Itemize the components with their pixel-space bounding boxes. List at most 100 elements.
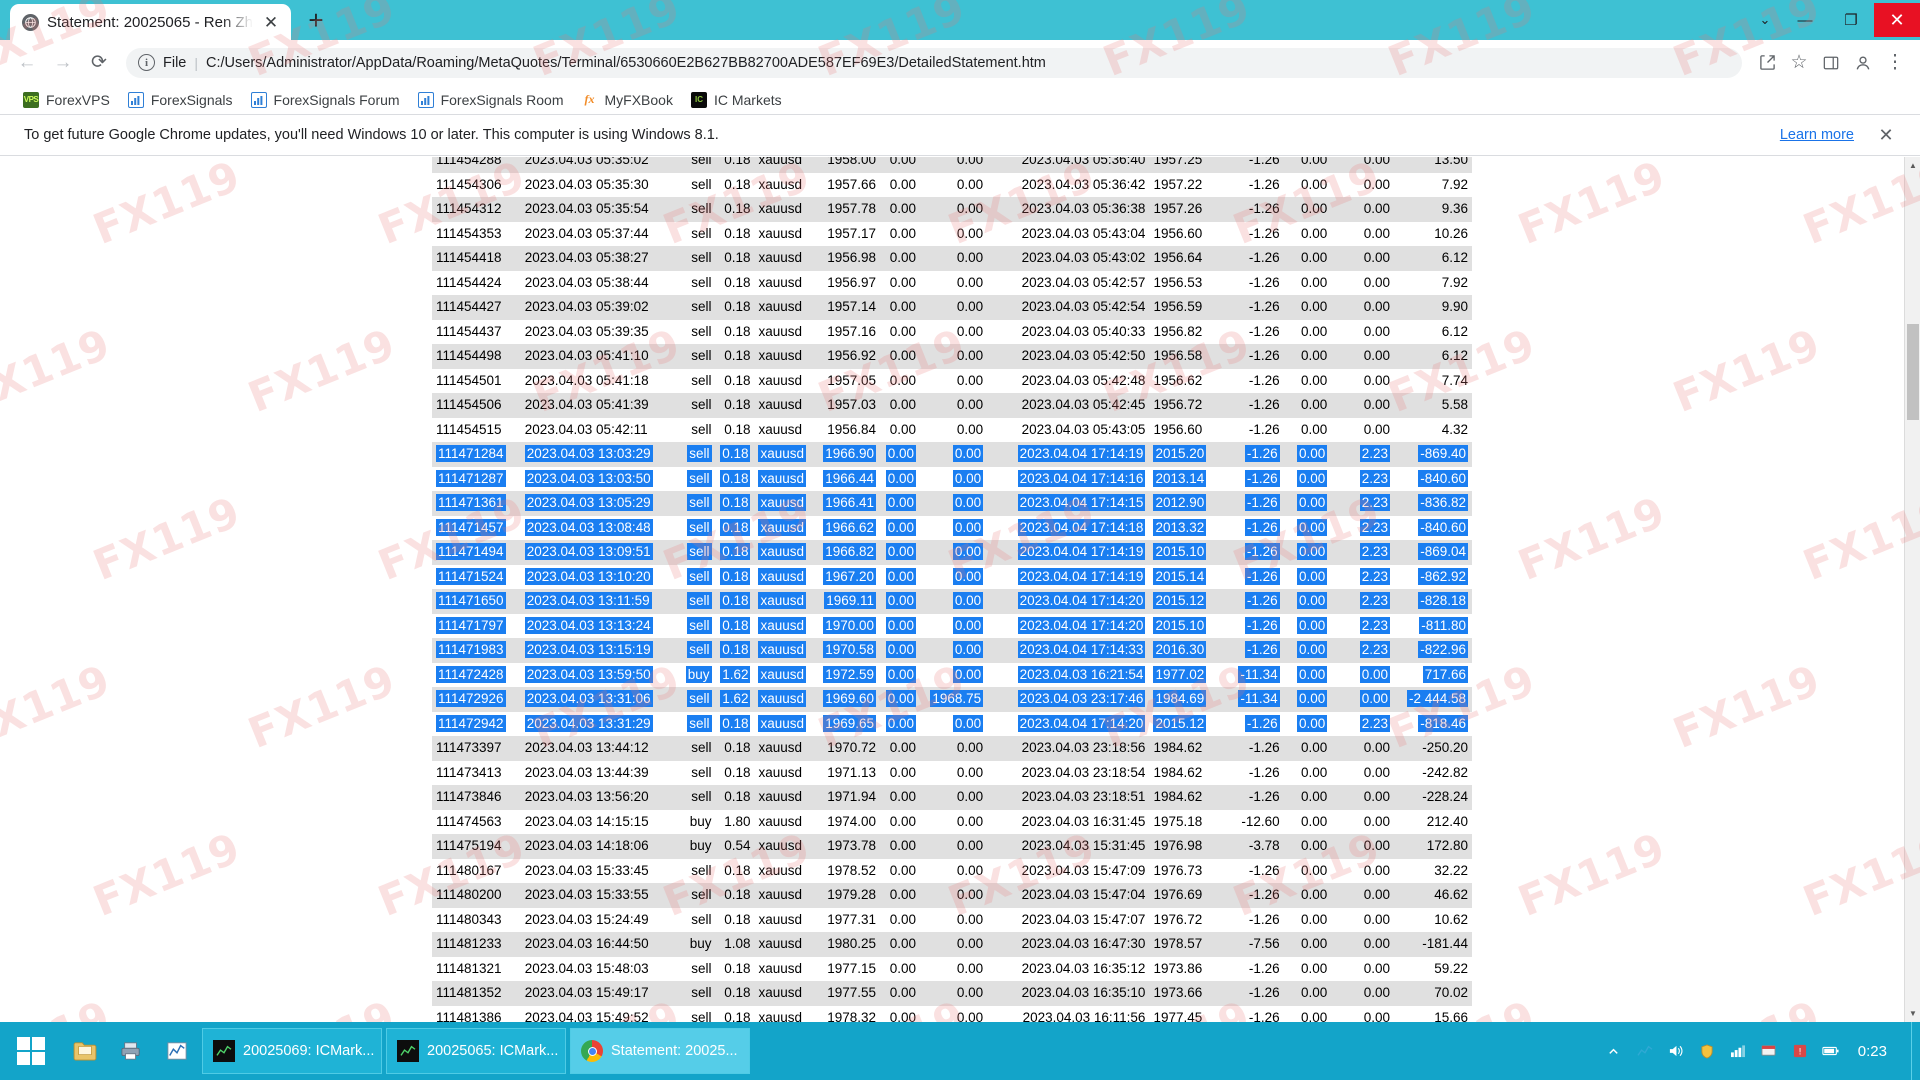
- cell-sl: 0.00: [880, 295, 921, 320]
- table-row[interactable]: 111474563 2023.04.03 14:15:15 buy 1.80 xauus…: [432, 809, 1472, 834]
- start-button[interactable]: [0, 1022, 62, 1080]
- table-row[interactable]: 111471284 2023.04.03 13:03:29 sell 0.18 xauu…: [432, 442, 1472, 467]
- table-row[interactable]: 111471650 2023.04.03 13:11:59 sell 0.18 xauu…: [432, 589, 1472, 614]
- quick-launch-printer[interactable]: [108, 1022, 154, 1080]
- table-row[interactable]: 111454424 2023.04.03 05:38:44 sell 0.18 xauu…: [432, 270, 1472, 295]
- bookmark-forexvps[interactable]: VPS ForexVPS: [14, 89, 119, 111]
- profile-avatar-icon[interactable]: [1848, 48, 1878, 78]
- table-row[interactable]: 111471457 2023.04.03 13:08:48 sell 0.18 xauu…: [432, 515, 1472, 540]
- maximize-button[interactable]: ❐: [1828, 3, 1874, 37]
- taskbar-item-mt4-2[interactable]: 20025065: ICMark...: [386, 1028, 566, 1074]
- tray-network-icon[interactable]: [1728, 1041, 1748, 1061]
- table-row[interactable]: 111473846 2023.04.03 13:56:20 sell 0.18 xauu…: [432, 785, 1472, 810]
- table-row[interactable]: 111472942 2023.04.03 13:31:29 sell 0.18 xauu…: [432, 711, 1472, 736]
- table-row[interactable]: 111481386 2023.04.03 15:49:52 sell 0.18 xauu…: [432, 1005, 1472, 1022]
- table-row[interactable]: 111471287 2023.04.03 13:03:50 sell 0.18 xauu…: [432, 466, 1472, 491]
- chevron-down-icon[interactable]: ⌄: [1748, 3, 1782, 37]
- bookmark-myfxbook[interactable]: fx MyFXBook: [573, 89, 682, 111]
- bookmark-forexsignals-room[interactable]: ForexSignals Room: [409, 89, 573, 111]
- table-row[interactable]: 111454506 2023.04.03 05:41:39 sell 0.18 xauu…: [432, 393, 1472, 418]
- address-bar[interactable]: i File | C:/Users/Administrator/AppData/…: [126, 47, 1742, 78]
- cell-ticket: 111481386: [432, 1005, 521, 1022]
- tray-speaker-icon[interactable]: [1666, 1041, 1686, 1061]
- table-row[interactable]: 111481352 2023.04.03 15:49:17 sell 0.18 xauu…: [432, 981, 1472, 1006]
- table-row[interactable]: 111454427 2023.04.03 05:39:02 sell 0.18 xauu…: [432, 295, 1472, 320]
- cell-close-price: 2015.20: [1149, 442, 1207, 467]
- table-row[interactable]: 111480200 2023.04.03 15:33:55 sell 0.18 xauu…: [432, 883, 1472, 908]
- new-tab-button[interactable]: +: [299, 3, 333, 37]
- back-icon[interactable]: ←: [10, 46, 44, 80]
- table-row[interactable]: 111454288 2023.04.03 05:35:02 sell 0.18 xauu…: [432, 157, 1472, 173]
- table-row[interactable]: 111472428 2023.04.03 13:59:50 buy 1.62 xauus…: [432, 662, 1472, 687]
- cell-commission: -1.26: [1205, 564, 1284, 589]
- bookmark-star-icon[interactable]: ☆: [1784, 48, 1814, 78]
- table-row[interactable]: 111471524 2023.04.03 13:10:20 sell 0.18 xauu…: [432, 564, 1472, 589]
- cell-sl: 0.00: [880, 858, 921, 883]
- scroll-up-arrow-icon[interactable]: ▲: [1905, 157, 1920, 174]
- menu-icon[interactable]: ⋮: [1880, 48, 1910, 78]
- tray-chart-icon[interactable]: [1635, 1041, 1655, 1061]
- metatrader-icon: [397, 1040, 419, 1062]
- taskbar-item-mt4-1[interactable]: 20025069: ICMark...: [202, 1028, 382, 1074]
- notification-close-icon[interactable]: ✕: [1876, 125, 1896, 146]
- scrollbar-thumb[interactable]: [1907, 324, 1919, 420]
- table-row[interactable]: 111472926 2023.04.03 13:31:06 sell 1.62 xauu…: [432, 687, 1472, 712]
- table-row[interactable]: 111454501 2023.04.03 05:41:18 sell 0.18 xauu…: [432, 368, 1472, 393]
- taskbar-item-chrome[interactable]: Statement: 20025...: [570, 1028, 750, 1074]
- table-row[interactable]: 111473397 2023.04.03 13:44:12 sell 0.18 xauu…: [432, 736, 1472, 761]
- show-desktop-button[interactable]: [1911, 1022, 1920, 1080]
- table-row[interactable]: 111454437 2023.04.03 05:39:35 sell 0.18 xauu…: [432, 319, 1472, 344]
- tray-flag-icon[interactable]: [1759, 1041, 1779, 1061]
- scrollbar-track[interactable]: [1905, 174, 1920, 1005]
- table-row[interactable]: 111480343 2023.04.03 15:24:49 sell 0.18 xauu…: [432, 907, 1472, 932]
- browser-tab[interactable]: Statement: 20025065 - Ren Zh ✕: [10, 4, 291, 40]
- tray-battery-icon[interactable]: [1821, 1041, 1841, 1061]
- table-row[interactable]: 111473413 2023.04.03 13:44:39 sell 0.18 xauu…: [432, 760, 1472, 785]
- tray-shield-icon[interactable]: [1697, 1041, 1717, 1061]
- taskbar-clock[interactable]: 0:23: [1852, 1043, 1901, 1060]
- table-row[interactable]: 111471983 2023.04.03 13:15:19 sell 0.18 xauu…: [432, 638, 1472, 663]
- quick-launch-folder[interactable]: [62, 1022, 108, 1080]
- cell-close-time: 2023.04.04 17:14:19: [987, 564, 1150, 589]
- cell-size: 0.18: [715, 858, 755, 883]
- learn-more-link[interactable]: Learn more: [1780, 127, 1854, 143]
- share-icon[interactable]: [1752, 48, 1782, 78]
- cell-close-price: 1956.60: [1149, 417, 1206, 442]
- close-icon[interactable]: ✕: [261, 12, 281, 32]
- tray-alert-icon[interactable]: !: [1790, 1041, 1810, 1061]
- table-row[interactable]: 111471494 2023.04.03 13:09:51 sell 0.18 xauu…: [432, 540, 1472, 565]
- table-row[interactable]: 111471797 2023.04.03 13:13:24 sell 0.18 xauu…: [432, 613, 1472, 638]
- table-row[interactable]: 111454306 2023.04.03 05:35:30 sell 0.18 xauu…: [432, 172, 1472, 197]
- scroll-down-arrow-icon[interactable]: ▼: [1905, 1005, 1920, 1022]
- table-row[interactable]: 111454498 2023.04.03 05:41:10 sell 0.18 xauu…: [432, 344, 1472, 369]
- bookmark-ic-markets[interactable]: IC IC Markets: [682, 89, 791, 111]
- cell-tp: 0.00: [920, 466, 988, 491]
- cell-ticket: 111454498: [432, 344, 521, 369]
- table-row[interactable]: 111454418 2023.04.03 05:38:27 sell 0.18 xauu…: [432, 246, 1472, 271]
- minimize-button[interactable]: —: [1782, 3, 1828, 37]
- table-row[interactable]: 111481321 2023.04.03 15:48:03 sell 0.18 xauu…: [432, 956, 1472, 981]
- table-row[interactable]: 111454353 2023.04.03 05:37:44 sell 0.18 xauu…: [432, 221, 1472, 246]
- cell-ticket: 111472942: [432, 711, 521, 736]
- vertical-scrollbar[interactable]: ▲ ▼: [1904, 157, 1920, 1022]
- bookmark-forexsignals-forum[interactable]: ForexSignals Forum: [242, 89, 409, 111]
- table-row[interactable]: 111454515 2023.04.03 05:42:11 sell 0.18 xauu…: [432, 417, 1472, 442]
- table-row[interactable]: 111454312 2023.04.03 05:35:54 sell 0.18 xauu…: [432, 197, 1472, 222]
- cell-swap: 0.00: [1331, 221, 1394, 246]
- table-row[interactable]: 111480167 2023.04.03 15:33:45 sell 0.18 xauu…: [432, 858, 1472, 883]
- window-close-button[interactable]: ✕: [1874, 3, 1920, 37]
- cell-open-time: 2023.04.03 05:35:54: [520, 197, 675, 222]
- bookmark-forexsignals[interactable]: ForexSignals: [119, 89, 242, 111]
- page-info-icon[interactable]: i: [138, 54, 155, 71]
- table-row[interactable]: 111471361 2023.04.03 13:05:29 sell 0.18 xauu…: [432, 491, 1472, 516]
- side-panel-icon[interactable]: [1816, 48, 1846, 78]
- reload-icon[interactable]: ⟳: [82, 46, 116, 80]
- cell-ticket: 111471650: [432, 589, 521, 614]
- cell-ticket: 111471361: [432, 491, 521, 516]
- cell-sl: 0.00: [880, 956, 921, 981]
- table-row[interactable]: 111481233 2023.04.03 16:44:50 buy 1.08 xauus…: [432, 932, 1472, 957]
- forward-icon[interactable]: →: [46, 46, 80, 80]
- tray-arrow-up-icon[interactable]: [1604, 1041, 1624, 1061]
- table-row[interactable]: 111475194 2023.04.03 14:18:06 buy 0.54 xauus…: [432, 834, 1472, 859]
- quick-launch-chart[interactable]: [154, 1022, 200, 1080]
